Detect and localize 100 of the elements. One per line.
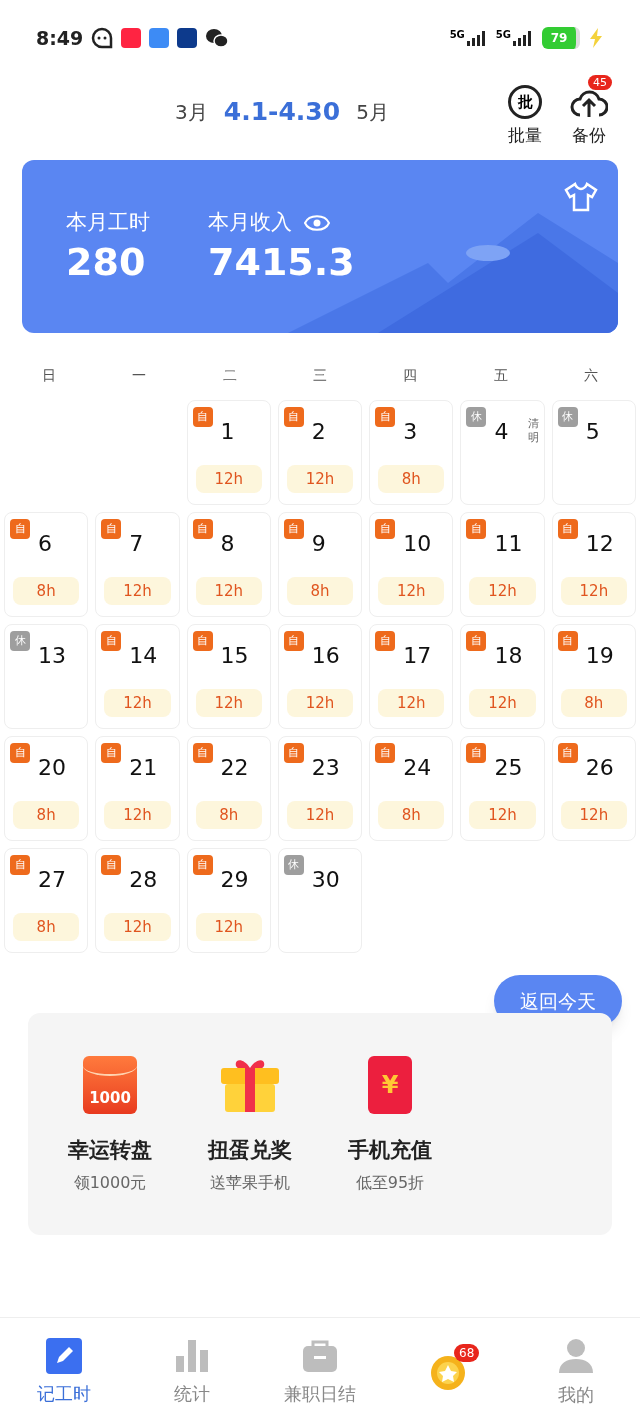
briefcase-icon [301,1338,339,1374]
calendar-day-cell[interactable]: 休 13 [4,624,89,729]
calendar-day-cell[interactable]: 自 11 12h [460,512,545,617]
notification-badge: 68 [454,1343,480,1362]
calendar-day-cell[interactable]: 自 14 12h [95,624,180,729]
day-number: 4 [494,418,509,446]
day-number: 21 [129,754,158,782]
day-tag: 自 [101,855,122,875]
calendar-day-cell[interactable]: 自 28 12h [95,848,180,953]
calendar-day-cell[interactable]: 自 8 12h [186,512,271,617]
shirt-icon [564,182,598,212]
promo-subtitle: 低至95折 [355,1171,425,1194]
day-tag: 自 [10,743,30,763]
network-label: 5G [495,30,511,40]
calendar-day-cell[interactable]: 休 4 清明 [460,400,545,505]
day-number: 28 [129,866,158,894]
day-number: 14 [129,642,158,670]
calendar-day-cell[interactable]: 自 26 12h [551,736,636,841]
hours-pill: 12h [104,689,171,717]
day-tag: 休 [283,855,304,875]
promo-subtitle: 送苹果手机 [210,1171,290,1194]
calendar-day-cell[interactable]: 自 15 12h [186,624,271,729]
calendar-day-cell[interactable]: 自 18 12h [460,624,545,729]
tab-bar-item[interactable]: 记工时 [0,1328,128,1407]
day-tag: 自 [101,631,122,651]
hours-pill: 12h [104,913,171,941]
day-number: 5 [585,418,600,446]
tab-bar-item[interactable]: 兼职日结 [256,1328,384,1407]
hours-pill: 8h [13,801,80,829]
hours-label: 本月工时 [66,209,150,236]
day-tag: 休 [557,407,578,427]
calendar-day-cell[interactable]: 自 22 8h [186,736,271,841]
user-icon [557,1337,595,1375]
day-tag: 自 [375,519,396,539]
calendar-day-cell[interactable]: 自 9 8h [277,512,363,617]
envelope-icon: 1000 [83,1056,137,1115]
hours-pill: 12h [286,465,354,493]
day-number: 19 [585,642,614,670]
calendar-day-cell[interactable]: 自 27 8h [4,848,89,953]
hours-pill: 12h [560,577,627,605]
day-tag: 自 [283,631,304,651]
day-tag: 自 [466,743,487,763]
day-tag: 自 [192,855,213,875]
app-icon [177,28,198,48]
hours-pill: 12h [104,577,171,605]
calendar-day-cell[interactable]: 自 24 8h [369,736,454,841]
day-number: 16 [311,642,340,670]
tab-bar-item[interactable]: 我的 [512,1327,640,1408]
calendar-day-cell[interactable]: 自 19 8h [551,624,636,729]
calendar-day-cell[interactable]: 自 20 8h [4,736,89,841]
calendar-day-cell[interactable]: 自 1 12h [186,400,271,505]
calendar-day-cell[interactable]: 自 25 12h [460,736,545,841]
calendar-day-cell[interactable]: 休 30 [277,848,363,953]
calendar-day-cell[interactable]: 自 29 12h [186,848,271,953]
previous-month-button[interactable]: 3月 [175,97,208,127]
chat-bubbles-icon [205,27,230,49]
weekday-label: 五 [492,366,509,385]
day-tag: 休 [10,631,30,651]
calendar-day-cell[interactable]: 休 5 [551,400,636,505]
calendar-day-cell[interactable]: 自 7 12h [95,512,180,617]
day-number: 13 [38,642,66,670]
calendar-day-cell[interactable]: 自 23 12h [277,736,363,841]
backup-button[interactable]: 45 备份 [566,75,612,149]
day-tag: 休 [466,407,487,427]
batch-button[interactable]: 批 批量 [504,75,546,149]
day-number: 26 [585,754,614,782]
tab-bar-item[interactable]: 68 [384,1343,512,1392]
day-tag: 自 [283,743,304,763]
day-tag: 自 [557,631,578,651]
hours-pill: 12h [560,801,627,829]
tab-bar-item[interactable]: 统计 [128,1328,256,1407]
calendar-day-cell[interactable]: 自 12 12h [551,512,636,617]
day-tag: 自 [10,519,30,539]
calendar-day-cell[interactable]: 自 21 12h [95,736,180,841]
hours-pill: 12h [195,913,262,941]
battery-indicator: 79 [542,27,580,49]
promo-title[interactable]: 扭蛋兑奖 [208,1135,292,1167]
calendar-day-cell[interactable]: 自 3 8h [369,400,454,505]
eye-icon[interactable] [304,213,330,232]
day-tag: 自 [466,631,487,651]
next-month-button[interactable]: 5月 [356,97,389,127]
day-number: 15 [220,642,249,670]
hours-pill: 8h [286,577,354,605]
calendar-day-cell[interactable]: 自 6 8h [4,512,89,617]
hours-pill: 12h [195,577,262,605]
hours-pill: 12h [195,465,262,493]
calendar-day-cell[interactable]: 自 10 12h [369,512,454,617]
calendar-day-cell[interactable]: 自 2 12h [277,400,363,505]
promo-title[interactable]: 幸运转盘 [68,1135,152,1167]
app-icon [121,28,142,48]
promo-title[interactable]: 手机充值 [348,1135,432,1167]
calendar-day-cell[interactable]: 自 16 12h [277,624,363,729]
hours-pill: 12h [469,801,536,829]
calendar-day-cell[interactable]: 自 17 12h [369,624,454,729]
hours-pill: 12h [378,689,445,717]
day-tag: 自 [10,855,30,875]
day-tag: 自 [101,743,122,763]
day-number: 25 [494,754,523,782]
hours-pill: 12h [286,689,354,717]
day-number: 6 [38,530,52,558]
